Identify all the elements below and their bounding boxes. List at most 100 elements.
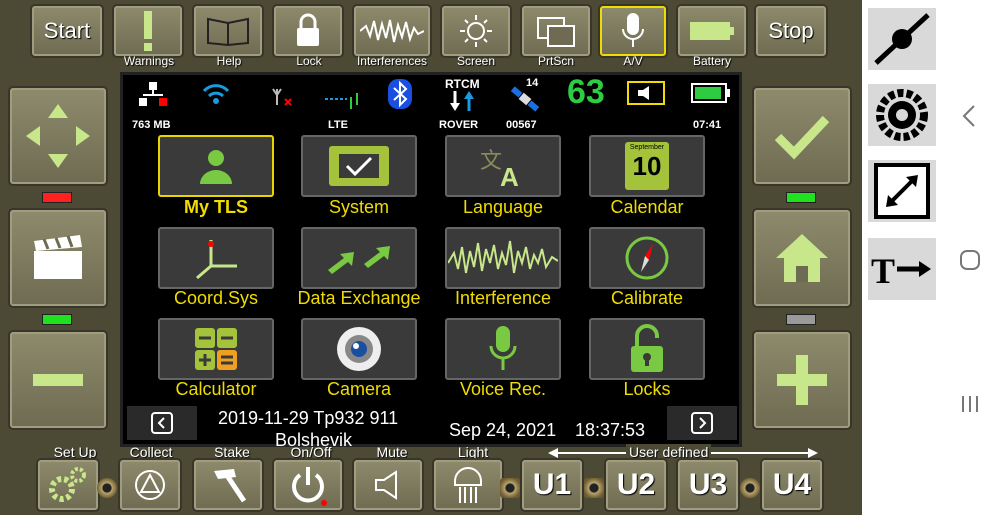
screen-button[interactable] (440, 4, 512, 58)
tile-coord-sys[interactable] (158, 227, 274, 289)
dpad-arrows-icon (26, 104, 90, 168)
av-label: A/V (623, 54, 643, 68)
u3-button[interactable]: U3 (676, 458, 740, 512)
tile-language[interactable]: 文A (445, 135, 561, 197)
screenshot-icon (537, 17, 575, 47)
settings-gear-button[interactable] (868, 84, 936, 146)
prev-page-button[interactable] (127, 406, 197, 440)
voice-mic-icon (489, 326, 517, 370)
tile-label-calculator: Calculator (175, 379, 257, 399)
sat-id-label: 00567 (506, 119, 537, 131)
start-button[interactable]: Start (30, 4, 104, 58)
exchange-arrows-icon (328, 246, 390, 274)
screw-1 (97, 478, 117, 498)
warnings-button[interactable] (112, 4, 184, 58)
battery-button[interactable] (676, 4, 748, 58)
av-button[interactable] (598, 4, 668, 58)
tile-label-data-exchange: Data Exchange (297, 288, 421, 308)
confirm-button[interactable] (752, 86, 852, 186)
tile-calibrate[interactable] (589, 227, 705, 289)
main-screen: RTCM 14 63 763 MB LTE ROVER 00567 07:41 … (120, 72, 742, 447)
book-icon (207, 17, 249, 47)
battery-status-icon (691, 83, 730, 103)
recents-nav-icon[interactable] (958, 392, 982, 416)
cable-button[interactable] (868, 8, 936, 70)
flashlight-icon (454, 467, 482, 503)
screw-2 (500, 478, 520, 498)
tile-interference[interactable] (445, 227, 561, 289)
minus-icon (33, 374, 83, 386)
home-icon (776, 234, 828, 282)
plus-button[interactable] (752, 330, 852, 430)
rtcm-arrows-icon (450, 91, 474, 111)
footer-clock: 18:37:53 (575, 420, 646, 440)
mute-indicator (627, 81, 665, 105)
battery-icon (690, 22, 734, 40)
lte-signal-icon (325, 93, 358, 109)
tile-locks[interactable] (589, 318, 705, 380)
tile-label-coord-sys: Coord.Sys (173, 288, 259, 308)
tile-data-exchange[interactable] (301, 227, 417, 289)
u4-button[interactable]: U4 (760, 458, 824, 512)
satellite-icon (510, 86, 540, 112)
interference-wave-icon (448, 240, 558, 274)
mode-label: ROVER (439, 119, 479, 131)
speaker-icon (638, 86, 649, 100)
lock-button[interactable] (272, 4, 344, 58)
setup-button[interactable] (36, 458, 100, 512)
u2-button[interactable]: U2 (604, 458, 668, 512)
tile-system[interactable] (301, 135, 417, 197)
tile-calculator[interactable] (158, 318, 274, 380)
green-led (42, 314, 72, 325)
home-button[interactable] (752, 208, 852, 308)
power-icon (292, 467, 327, 506)
tile-label-calibrate: Calibrate (610, 288, 684, 308)
clapperboard-button[interactable] (8, 208, 108, 308)
checkmark-icon (774, 115, 830, 160)
resize-diagonal-icon (874, 163, 930, 219)
mute-button[interactable] (352, 458, 424, 512)
network-label: LTE (328, 119, 348, 131)
axes-icon (196, 240, 237, 280)
green-led-right (786, 192, 816, 203)
tile-label-my-tls: My TLS (183, 197, 248, 217)
translate-icon: 文A (480, 148, 519, 188)
tile-label-calendar: Calendar (610, 197, 684, 217)
tile-camera[interactable] (301, 318, 417, 380)
stop-button[interactable]: Stop (754, 4, 828, 58)
sun-icon (460, 15, 492, 47)
dpad-button[interactable] (8, 86, 108, 186)
project-name: 2019-11-29 Tp932 911 (218, 408, 399, 428)
prtscn-button[interactable] (520, 4, 592, 58)
next-page-button[interactable] (667, 406, 737, 440)
text-arrow-button[interactable]: T (868, 238, 936, 300)
tile-label-camera: Camera (326, 379, 392, 399)
light-button[interactable] (432, 458, 504, 512)
help-button[interactable] (192, 4, 264, 58)
unlocked-padlock-icon (631, 324, 663, 372)
padlock-icon (297, 13, 319, 46)
chevron-left-icon (151, 412, 173, 434)
stake-button[interactable] (192, 458, 264, 512)
collect-button[interactable] (118, 458, 182, 512)
interferences-button[interactable] (352, 4, 432, 58)
camera-lens-icon (337, 327, 381, 371)
microphone-icon (622, 13, 644, 47)
red-led (42, 192, 72, 203)
power-button[interactable] (272, 458, 344, 512)
tile-calendar[interactable]: September 10 (589, 135, 705, 197)
u1-button[interactable]: U1 (520, 458, 584, 512)
resize-button[interactable] (868, 160, 936, 222)
calculator-icon (195, 328, 237, 370)
tile-label-system: System (328, 197, 389, 217)
interferences-label: Interferences (356, 54, 428, 68)
minus-button[interactable] (8, 330, 108, 430)
svg-text:T: T (871, 251, 895, 289)
calendar-day: 10 (632, 151, 662, 181)
hammer-icon (214, 469, 247, 503)
tile-voice-rec[interactable] (445, 318, 561, 380)
home-nav-icon[interactable] (958, 248, 982, 272)
tile-my-tls[interactable] (158, 135, 274, 197)
back-nav-icon[interactable] (958, 102, 988, 130)
device-panel: Start Stop Warnings Help Lock Interferen… (0, 0, 862, 515)
